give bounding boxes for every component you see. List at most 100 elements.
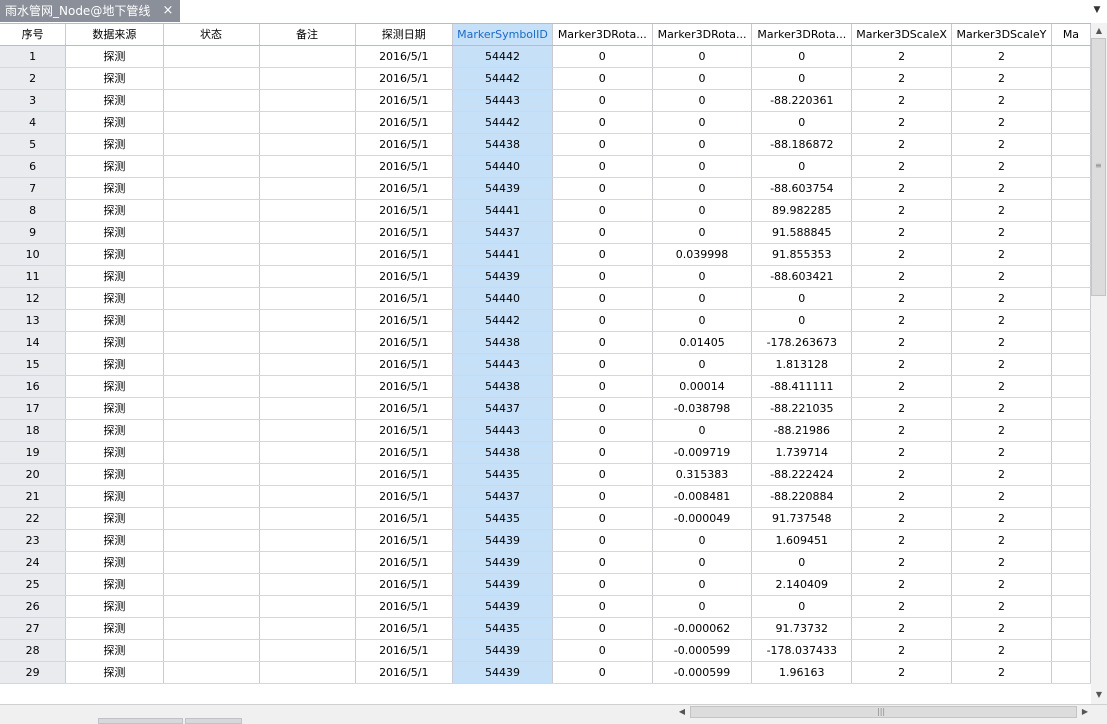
table-cell[interactable]: 探测 — [65, 485, 164, 508]
table-cell[interactable]: 探测 — [65, 397, 164, 420]
row-number[interactable]: 24 — [0, 551, 67, 574]
table-cell[interactable]: 54440 — [452, 287, 553, 310]
table-cell[interactable]: 2016/5/1 — [355, 463, 454, 486]
table-cell[interactable]: 0 — [552, 419, 653, 442]
table-row[interactable]: 29 探测 2016/5/1 54439 0 -0.000599 1.96163 2 2 — [0, 661, 1091, 684]
table-cell[interactable]: 2 — [851, 463, 953, 486]
table-cell[interactable]: 2 — [851, 221, 953, 244]
table-cell[interactable]: -0.000049 — [652, 507, 753, 530]
table-cell[interactable]: 2 — [951, 573, 1052, 596]
column-header[interactable]: Marker3DScaleY — [951, 24, 1052, 46]
table-cell[interactable] — [1051, 89, 1091, 112]
vertical-scroll-thumb[interactable]: ≡ — [1091, 38, 1106, 296]
table-cell[interactable] — [163, 375, 260, 398]
table-cell[interactable]: 0 — [652, 199, 753, 222]
table-cell[interactable]: 2 — [951, 67, 1052, 90]
table-cell[interactable] — [1051, 67, 1091, 90]
table-cell[interactable]: 0.00014 — [652, 375, 753, 398]
column-header[interactable]: Marker3DRota... — [652, 24, 753, 46]
table-cell[interactable] — [1051, 661, 1091, 684]
table-cell[interactable]: 0 — [552, 287, 653, 310]
table-cell[interactable] — [1051, 199, 1091, 222]
table-cell[interactable]: 探测 — [65, 375, 164, 398]
table-cell[interactable]: 0 — [552, 507, 653, 530]
table-cell[interactable] — [163, 551, 260, 574]
row-number[interactable]: 29 — [0, 661, 67, 684]
table-cell[interactable] — [1051, 243, 1091, 266]
table-cell[interactable] — [163, 397, 260, 420]
table-cell[interactable]: 2016/5/1 — [355, 243, 454, 266]
table-cell[interactable]: 0 — [652, 221, 753, 244]
table-cell[interactable]: -0.008481 — [652, 485, 753, 508]
table-cell[interactable]: 91.588845 — [751, 221, 853, 244]
table-cell[interactable]: 2016/5/1 — [355, 353, 454, 376]
table-cell[interactable]: 探测 — [65, 573, 164, 596]
table-cell[interactable] — [163, 353, 260, 376]
row-number[interactable]: 12 — [0, 287, 67, 310]
table-cell[interactable] — [259, 111, 356, 134]
table-cell[interactable] — [1051, 331, 1091, 354]
table-row[interactable]: 18 探测 2016/5/1 54443 0 0 -88.21986 2 2 — [0, 419, 1091, 442]
close-icon[interactable]: × — [161, 0, 175, 22]
table-cell[interactable] — [163, 155, 260, 178]
table-cell[interactable]: 探测 — [65, 507, 164, 530]
table-cell[interactable]: 2 — [851, 177, 953, 200]
table-row[interactable]: 8 探测 2016/5/1 54441 0 0 89.982285 2 2 — [0, 199, 1091, 222]
table-cell[interactable]: 2 — [951, 177, 1052, 200]
table-cell[interactable] — [1051, 551, 1091, 574]
table-cell[interactable]: 2016/5/1 — [355, 265, 454, 288]
table-cell[interactable]: 2016/5/1 — [355, 67, 454, 90]
table-cell[interactable]: 91.73732 — [751, 617, 853, 640]
table-cell[interactable]: 0 — [751, 287, 853, 310]
table-cell[interactable]: 54438 — [452, 133, 553, 156]
table-cell[interactable] — [1051, 463, 1091, 486]
table-cell[interactable]: 1.609451 — [751, 529, 853, 552]
table-cell[interactable]: 2 — [951, 155, 1052, 178]
scroll-down-icon[interactable]: ▼ — [1091, 688, 1107, 702]
table-cell[interactable]: 探测 — [65, 243, 164, 266]
table-row[interactable]: 22 探测 2016/5/1 54435 0 -0.000049 91.737548 2 2 — [0, 507, 1091, 530]
row-number[interactable]: 17 — [0, 397, 67, 420]
table-cell[interactable]: -88.21986 — [751, 419, 853, 442]
table-cell[interactable]: 0 — [652, 45, 753, 68]
table-cell[interactable]: 2 — [851, 111, 953, 134]
table-cell[interactable]: -0.000599 — [652, 661, 753, 684]
table-cell[interactable]: -178.263673 — [751, 331, 853, 354]
table-cell[interactable]: 54439 — [452, 529, 553, 552]
table-cell[interactable] — [1051, 441, 1091, 464]
table-cell[interactable]: 0 — [552, 353, 653, 376]
table-cell[interactable]: 0 — [652, 309, 753, 332]
table-cell[interactable]: -88.603421 — [751, 265, 853, 288]
table-cell[interactable] — [259, 485, 356, 508]
table-cell[interactable]: -88.221035 — [751, 397, 853, 420]
table-cell[interactable]: 2016/5/1 — [355, 331, 454, 354]
table-cell[interactable]: 2 — [951, 419, 1052, 442]
table-cell[interactable]: 2 — [851, 89, 953, 112]
table-cell[interactable]: 54439 — [452, 177, 553, 200]
table-cell[interactable]: 2 — [951, 331, 1052, 354]
table-cell[interactable]: 0 — [751, 155, 853, 178]
row-number[interactable]: 26 — [0, 595, 67, 618]
table-cell[interactable] — [259, 573, 356, 596]
table-cell[interactable] — [1051, 529, 1091, 552]
chevron-down-icon[interactable]: ▼ — [1090, 2, 1104, 18]
table-row[interactable]: 12 探测 2016/5/1 54440 0 0 0 2 2 — [0, 287, 1091, 310]
table-cell[interactable] — [259, 45, 356, 68]
table-cell[interactable] — [163, 67, 260, 90]
table-row[interactable]: 2 探测 2016/5/1 54442 0 0 0 2 2 — [0, 67, 1091, 90]
table-cell[interactable]: 0 — [652, 595, 753, 618]
table-cell[interactable]: 54437 — [452, 397, 553, 420]
table-cell[interactable]: 2016/5/1 — [355, 441, 454, 464]
table-cell[interactable]: 2 — [951, 595, 1052, 618]
table-cell[interactable]: 2 — [951, 265, 1052, 288]
table-cell[interactable]: 54441 — [452, 243, 553, 266]
table-cell[interactable]: 54439 — [452, 661, 553, 684]
table-cell[interactable]: 54443 — [452, 353, 553, 376]
table-cell[interactable]: 2016/5/1 — [355, 529, 454, 552]
table-cell[interactable]: 探测 — [65, 155, 164, 178]
table-cell[interactable]: 探测 — [65, 309, 164, 332]
table-cell[interactable]: 2 — [951, 529, 1052, 552]
table-cell[interactable]: 2 — [851, 243, 953, 266]
row-number[interactable]: 1 — [0, 45, 67, 68]
table-cell[interactable]: 0 — [552, 375, 653, 398]
